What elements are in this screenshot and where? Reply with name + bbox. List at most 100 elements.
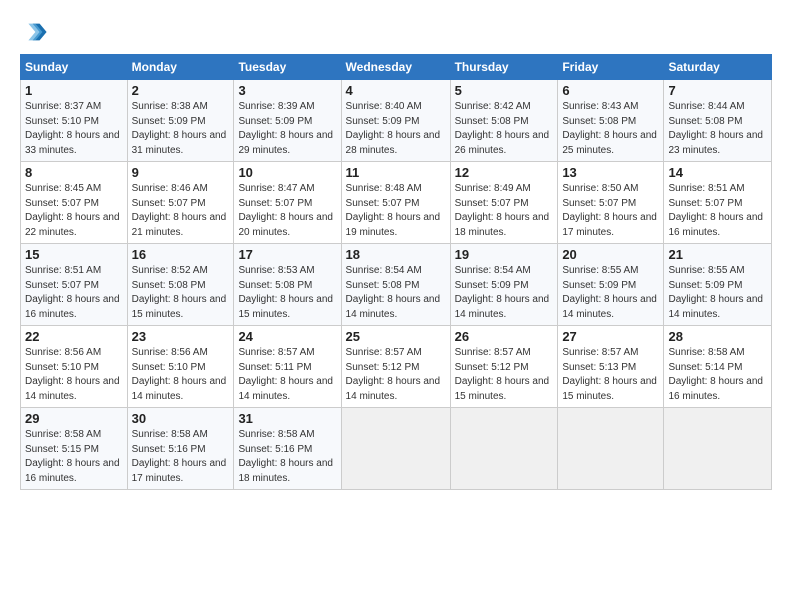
calendar-cell: 17 Sunrise: 8:53 AMSunset: 5:08 PMDayligh… bbox=[234, 244, 341, 326]
day-info: Sunrise: 8:45 AMSunset: 5:07 PMDaylight:… bbox=[25, 182, 123, 240]
calendar-cell: 5 Sunrise: 8:42 AMSunset: 5:08 PMDaylight… bbox=[450, 80, 558, 162]
calendar-cell bbox=[558, 408, 664, 490]
day-number: 9 bbox=[132, 165, 230, 180]
day-number: 27 bbox=[562, 329, 659, 344]
day-info: Sunrise: 8:55 AMSunset: 5:09 PMDaylight:… bbox=[668, 264, 767, 322]
header bbox=[20, 18, 772, 46]
day-info: Sunrise: 8:57 AMSunset: 5:11 PMDaylight:… bbox=[238, 346, 336, 404]
calendar-cell: 30 Sunrise: 8:58 AMSunset: 5:16 PMDayligh… bbox=[127, 408, 234, 490]
calendar-table: SundayMondayTuesdayWednesdayThursdayFrid… bbox=[20, 54, 772, 490]
calendar-cell: 31 Sunrise: 8:58 AMSunset: 5:16 PMDayligh… bbox=[234, 408, 341, 490]
day-info: Sunrise: 8:47 AMSunset: 5:07 PMDaylight:… bbox=[238, 182, 336, 240]
day-info: Sunrise: 8:55 AMSunset: 5:09 PMDaylight:… bbox=[562, 264, 659, 322]
calendar-cell bbox=[341, 408, 450, 490]
page: SundayMondayTuesdayWednesdayThursdayFrid… bbox=[0, 0, 792, 612]
day-number: 24 bbox=[238, 329, 336, 344]
day-number: 21 bbox=[668, 247, 767, 262]
day-number: 13 bbox=[562, 165, 659, 180]
calendar-cell: 18 Sunrise: 8:54 AMSunset: 5:08 PMDayligh… bbox=[341, 244, 450, 326]
day-number: 2 bbox=[132, 83, 230, 98]
calendar-cell: 2 Sunrise: 8:38 AMSunset: 5:09 PMDaylight… bbox=[127, 80, 234, 162]
day-number: 19 bbox=[455, 247, 554, 262]
day-number: 29 bbox=[25, 411, 123, 426]
calendar-cell: 28 Sunrise: 8:58 AMSunset: 5:14 PMDayligh… bbox=[664, 326, 772, 408]
calendar-cell: 27 Sunrise: 8:57 AMSunset: 5:13 PMDayligh… bbox=[558, 326, 664, 408]
day-info: Sunrise: 8:54 AMSunset: 5:09 PMDaylight:… bbox=[455, 264, 554, 322]
weekday-header: Tuesday bbox=[234, 55, 341, 80]
day-info: Sunrise: 8:42 AMSunset: 5:08 PMDaylight:… bbox=[455, 100, 554, 158]
day-info: Sunrise: 8:57 AMSunset: 5:13 PMDaylight:… bbox=[562, 346, 659, 404]
calendar-cell: 11 Sunrise: 8:48 AMSunset: 5:07 PMDayligh… bbox=[341, 162, 450, 244]
calendar-cell: 23 Sunrise: 8:56 AMSunset: 5:10 PMDayligh… bbox=[127, 326, 234, 408]
day-info: Sunrise: 8:58 AMSunset: 5:15 PMDaylight:… bbox=[25, 428, 123, 486]
day-info: Sunrise: 8:56 AMSunset: 5:10 PMDaylight:… bbox=[132, 346, 230, 404]
day-info: Sunrise: 8:58 AMSunset: 5:14 PMDaylight:… bbox=[668, 346, 767, 404]
calendar-cell: 1Sunrise: 8:37 AMSunset: 5:10 PMDaylight… bbox=[21, 80, 128, 162]
day-info: Sunrise: 8:37 AMSunset: 5:10 PMDaylight:… bbox=[25, 100, 123, 158]
day-info: Sunrise: 8:54 AMSunset: 5:08 PMDaylight:… bbox=[346, 264, 446, 322]
day-info: Sunrise: 8:53 AMSunset: 5:08 PMDaylight:… bbox=[238, 264, 336, 322]
calendar-cell: 13 Sunrise: 8:50 AMSunset: 5:07 PMDayligh… bbox=[558, 162, 664, 244]
calendar-cell: 9Sunrise: 8:46 AMSunset: 5:07 PMDaylight… bbox=[127, 162, 234, 244]
day-info: Sunrise: 8:57 AMSunset: 5:12 PMDaylight:… bbox=[455, 346, 554, 404]
day-info: Sunrise: 8:48 AMSunset: 5:07 PMDaylight:… bbox=[346, 182, 446, 240]
day-number: 17 bbox=[238, 247, 336, 262]
day-number: 11 bbox=[346, 165, 446, 180]
calendar-week-row: 15 Sunrise: 8:51 AMSunset: 5:07 PMDayligh… bbox=[21, 244, 772, 326]
weekday-header: Thursday bbox=[450, 55, 558, 80]
logo-icon bbox=[20, 18, 48, 46]
weekday-header: Saturday bbox=[664, 55, 772, 80]
day-number: 30 bbox=[132, 411, 230, 426]
calendar-cell bbox=[664, 408, 772, 490]
logo bbox=[20, 18, 51, 46]
day-number: 18 bbox=[346, 247, 446, 262]
day-number: 4 bbox=[346, 83, 446, 98]
calendar-cell: 29 Sunrise: 8:58 AMSunset: 5:15 PMDayligh… bbox=[21, 408, 128, 490]
calendar-week-row: 29 Sunrise: 8:58 AMSunset: 5:15 PMDayligh… bbox=[21, 408, 772, 490]
day-info: Sunrise: 8:44 AMSunset: 5:08 PMDaylight:… bbox=[668, 100, 767, 158]
calendar-cell: 4Sunrise: 8:40 AMSunset: 5:09 PMDaylight… bbox=[341, 80, 450, 162]
day-info: Sunrise: 8:49 AMSunset: 5:07 PMDaylight:… bbox=[455, 182, 554, 240]
day-number: 6 bbox=[562, 83, 659, 98]
day-info: Sunrise: 8:51 AMSunset: 5:07 PMDaylight:… bbox=[25, 264, 123, 322]
day-number: 12 bbox=[455, 165, 554, 180]
day-number: 7 bbox=[668, 83, 767, 98]
day-number: 26 bbox=[455, 329, 554, 344]
calendar-header-row: SundayMondayTuesdayWednesdayThursdayFrid… bbox=[21, 55, 772, 80]
day-info: Sunrise: 8:39 AMSunset: 5:09 PMDaylight:… bbox=[238, 100, 336, 158]
day-number: 23 bbox=[132, 329, 230, 344]
day-number: 16 bbox=[132, 247, 230, 262]
calendar-cell: 7 Sunrise: 8:44 AMSunset: 5:08 PMDaylight… bbox=[664, 80, 772, 162]
calendar-cell: 25Sunrise: 8:57 AMSunset: 5:12 PMDayligh… bbox=[341, 326, 450, 408]
calendar-week-row: 8 Sunrise: 8:45 AMSunset: 5:07 PMDaylight… bbox=[21, 162, 772, 244]
weekday-header: Sunday bbox=[21, 55, 128, 80]
weekday-header: Friday bbox=[558, 55, 664, 80]
calendar-cell: 26 Sunrise: 8:57 AMSunset: 5:12 PMDayligh… bbox=[450, 326, 558, 408]
day-number: 25 bbox=[346, 329, 446, 344]
day-info: Sunrise: 8:51 AMSunset: 5:07 PMDaylight:… bbox=[668, 182, 767, 240]
day-info: Sunrise: 8:58 AMSunset: 5:16 PMDaylight:… bbox=[132, 428, 230, 486]
calendar-body: 1Sunrise: 8:37 AMSunset: 5:10 PMDaylight… bbox=[21, 80, 772, 490]
calendar-cell: 6 Sunrise: 8:43 AMSunset: 5:08 PMDaylight… bbox=[558, 80, 664, 162]
day-number: 14 bbox=[668, 165, 767, 180]
day-number: 8 bbox=[25, 165, 123, 180]
day-info: Sunrise: 8:38 AMSunset: 5:09 PMDaylight:… bbox=[132, 100, 230, 158]
calendar-week-row: 1Sunrise: 8:37 AMSunset: 5:10 PMDaylight… bbox=[21, 80, 772, 162]
day-info: Sunrise: 8:58 AMSunset: 5:16 PMDaylight:… bbox=[238, 428, 336, 486]
day-info: Sunrise: 8:43 AMSunset: 5:08 PMDaylight:… bbox=[562, 100, 659, 158]
day-info: Sunrise: 8:56 AMSunset: 5:10 PMDaylight:… bbox=[25, 346, 123, 404]
day-info: Sunrise: 8:50 AMSunset: 5:07 PMDaylight:… bbox=[562, 182, 659, 240]
day-number: 5 bbox=[455, 83, 554, 98]
weekday-header: Wednesday bbox=[341, 55, 450, 80]
calendar-cell: 24 Sunrise: 8:57 AMSunset: 5:11 PMDayligh… bbox=[234, 326, 341, 408]
calendar-week-row: 22Sunrise: 8:56 AMSunset: 5:10 PMDayligh… bbox=[21, 326, 772, 408]
calendar-cell: 14 Sunrise: 8:51 AMSunset: 5:07 PMDayligh… bbox=[664, 162, 772, 244]
day-number: 3 bbox=[238, 83, 336, 98]
day-number: 28 bbox=[668, 329, 767, 344]
day-number: 20 bbox=[562, 247, 659, 262]
calendar-cell: 20 Sunrise: 8:55 AMSunset: 5:09 PMDayligh… bbox=[558, 244, 664, 326]
day-number: 15 bbox=[25, 247, 123, 262]
day-number: 31 bbox=[238, 411, 336, 426]
calendar-cell: 10 Sunrise: 8:47 AMSunset: 5:07 PMDayligh… bbox=[234, 162, 341, 244]
day-number: 10 bbox=[238, 165, 336, 180]
